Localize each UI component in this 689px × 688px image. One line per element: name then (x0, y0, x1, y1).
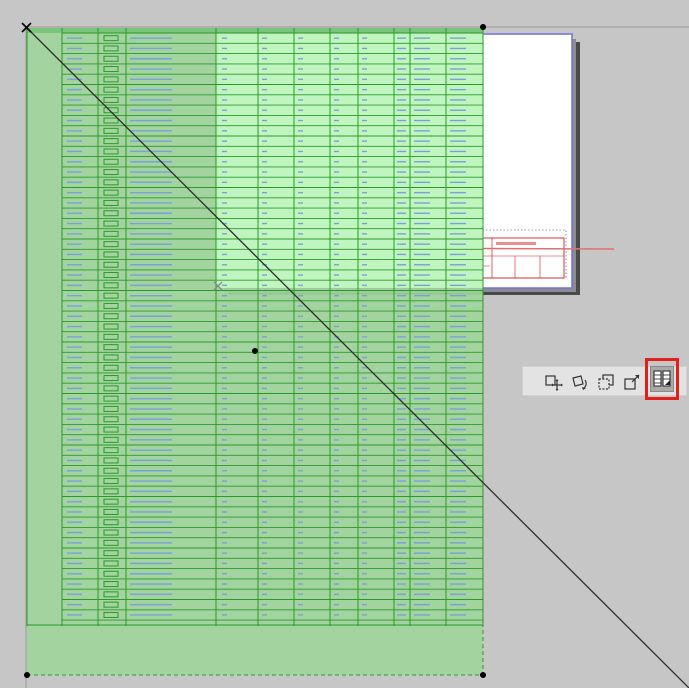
split-table-icon (653, 370, 671, 387)
hotspot-top-right[interactable] (480, 24, 486, 30)
drag-button[interactable] (543, 371, 565, 393)
hotspot-bottom-left[interactable] (24, 672, 30, 678)
mirror-button[interactable] (595, 371, 617, 393)
split-table-button[interactable] (645, 358, 679, 400)
rotate-button[interactable] (569, 371, 591, 393)
resize-button[interactable] (621, 371, 643, 393)
rotate-icon (572, 375, 587, 390)
drag-icon (545, 375, 563, 391)
pet-palette (522, 358, 687, 400)
hotspot-center[interactable] (252, 348, 258, 354)
resize-icon (624, 374, 640, 390)
hotspot-bottom-right[interactable] (480, 672, 486, 678)
drawing-canvas[interactable] (0, 0, 689, 688)
schedule-header (27, 28, 483, 33)
mirror-icon (598, 374, 614, 390)
